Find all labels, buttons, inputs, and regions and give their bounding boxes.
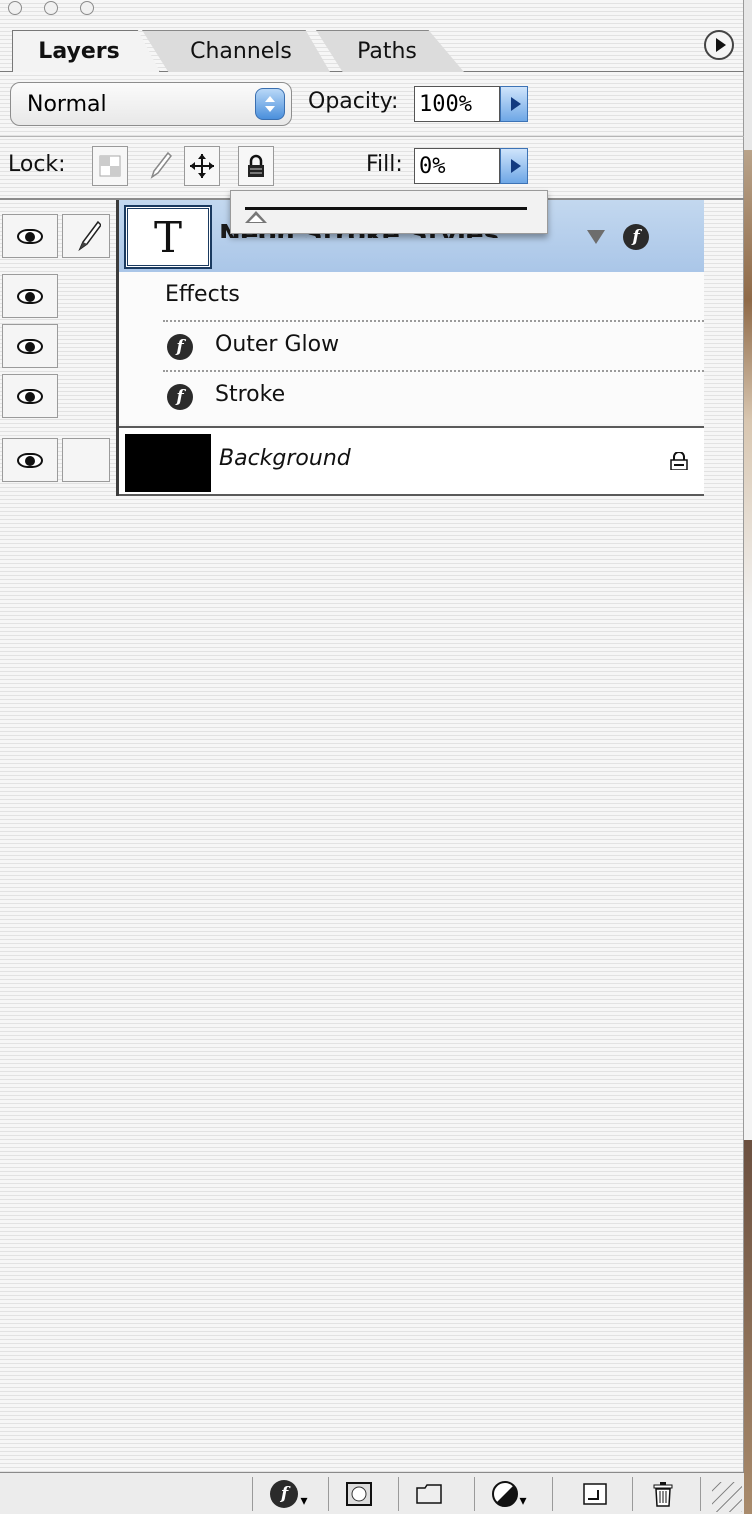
divider [700, 1477, 701, 1511]
new-layer-set-button[interactable] [406, 1477, 452, 1511]
fill-slider-track[interactable] [245, 207, 527, 210]
effect-row-outer-glow[interactable]: f Outer Glow [119, 322, 704, 372]
minimize-window-button[interactable] [44, 1, 58, 15]
fill-field[interactable]: 0% [414, 148, 500, 184]
layer-row-background[interactable]: Background [119, 426, 704, 496]
layer-name[interactable]: Background [219, 446, 351, 471]
play-arrow-icon [510, 97, 521, 111]
link-cell[interactable] [62, 438, 110, 482]
visibility-toggle[interactable] [2, 214, 58, 258]
new-adjustment-layer-button[interactable]: ▾ [486, 1477, 532, 1511]
eye-icon [17, 288, 43, 304]
layers-list: T Neon Stroke Styles f Effects f Outer G… [0, 200, 704, 496]
divider [328, 1477, 329, 1511]
lock-all-button[interactable] [238, 146, 274, 186]
divider [0, 136, 744, 137]
fx-symbol: f [280, 1484, 289, 1504]
fill-label: Fill: [366, 152, 403, 177]
divider [552, 1477, 553, 1511]
text-layer-thumbnail: T [124, 205, 212, 269]
effects-expand-triangle-icon[interactable] [587, 230, 605, 244]
divider [398, 1477, 399, 1511]
opacity-slider-button[interactable] [500, 86, 528, 122]
fill-slider-button[interactable] [500, 148, 528, 184]
background-layer-thumbnail [125, 434, 211, 492]
tab-channels-label: Channels [190, 39, 292, 64]
edit-layer-indicator[interactable] [62, 214, 110, 258]
tab-channels[interactable]: Channels [142, 30, 330, 72]
visibility-toggle[interactable] [2, 374, 58, 418]
trash-icon [653, 1482, 673, 1507]
new-layer-icon [583, 1483, 607, 1505]
text-layer-glyph: T [153, 212, 182, 262]
tab-paths-label: Paths [357, 39, 417, 64]
eye-icon [17, 228, 43, 244]
lock-transparency-icon [99, 155, 121, 177]
fill-value: 0% [419, 153, 446, 179]
add-layer-mask-button[interactable] [336, 1477, 382, 1511]
fx-badge-icon: f [167, 334, 193, 360]
palette-menu-button[interactable] [704, 30, 734, 60]
padlock-icon [248, 154, 264, 177]
visibility-toggle[interactable] [2, 324, 58, 368]
menu-arrow-icon [715, 38, 726, 52]
play-arrow-icon [510, 159, 521, 173]
lock-icon [670, 452, 688, 470]
fx-badge-icon: f [167, 384, 193, 410]
brush-icon [78, 220, 101, 252]
blend-mode-select[interactable]: Normal [10, 82, 292, 126]
close-window-button[interactable] [8, 1, 22, 15]
palette-title-bar[interactable] [0, 0, 744, 22]
layers-palette: Layers Channels Paths Normal Opacity: 10… [0, 0, 744, 1514]
bottom-toolbar: f ▾ ▾ [0, 1472, 744, 1514]
zoom-window-button[interactable] [80, 1, 94, 15]
eye-icon [17, 452, 43, 468]
create-new-layer-button[interactable] [572, 1477, 618, 1511]
eye-icon [17, 388, 43, 404]
eye-icon [17, 338, 43, 354]
visibility-toggle[interactable] [2, 438, 58, 482]
opacity-field[interactable]: 100% [414, 86, 500, 122]
fx-badge-icon[interactable]: f [623, 224, 649, 250]
fill-slider-popup[interactable] [230, 190, 548, 234]
adjustment-layer-icon [492, 1481, 519, 1507]
fx-symbol: f [176, 337, 184, 357]
add-layer-style-button[interactable]: f ▾ [266, 1477, 312, 1511]
tab-paths[interactable]: Paths [316, 30, 464, 72]
effect-label-stroke: Stroke [215, 382, 286, 407]
effects-header-label: Effects [165, 282, 240, 307]
fill-slider-knob-highlight [249, 215, 263, 222]
blend-mode-value: Normal [27, 91, 107, 117]
delete-layer-button[interactable] [640, 1477, 686, 1511]
layer-style-icon: f [270, 1480, 299, 1508]
effect-label-outer-glow: Outer Glow [215, 332, 340, 357]
background-document-edge [744, 0, 752, 1514]
effects-header-row[interactable]: Effects [119, 272, 704, 322]
folder-icon [416, 1484, 442, 1504]
lock-position-button[interactable] [184, 146, 220, 186]
opacity-value: 100% [419, 91, 472, 117]
divider [474, 1477, 475, 1511]
tab-layers[interactable]: Layers [12, 30, 160, 72]
layer-mask-icon [346, 1482, 372, 1506]
lock-paint-button[interactable] [140, 146, 176, 186]
effect-row-stroke[interactable]: f Stroke [119, 372, 704, 424]
fx-symbol: f [632, 227, 640, 247]
move-arrows-icon [190, 154, 214, 178]
lock-label: Lock: [8, 152, 66, 177]
lock-transparency-button[interactable] [92, 146, 128, 186]
visibility-toggle[interactable] [2, 274, 58, 318]
opacity-label: Opacity: [308, 89, 399, 114]
submenu-dot-icon: ▾ [519, 1493, 527, 1509]
palette-tab-bar: Layers Channels Paths [0, 22, 744, 72]
updown-arrows-icon [255, 88, 285, 120]
resize-grip[interactable] [712, 1482, 742, 1512]
visibility-columns [0, 200, 118, 496]
divider [252, 1477, 253, 1511]
divider [632, 1477, 633, 1511]
submenu-dot-icon: ▾ [300, 1493, 308, 1509]
tab-layers-label: Layers [38, 39, 120, 64]
brush-icon [150, 151, 172, 179]
fx-symbol: f [176, 387, 184, 407]
